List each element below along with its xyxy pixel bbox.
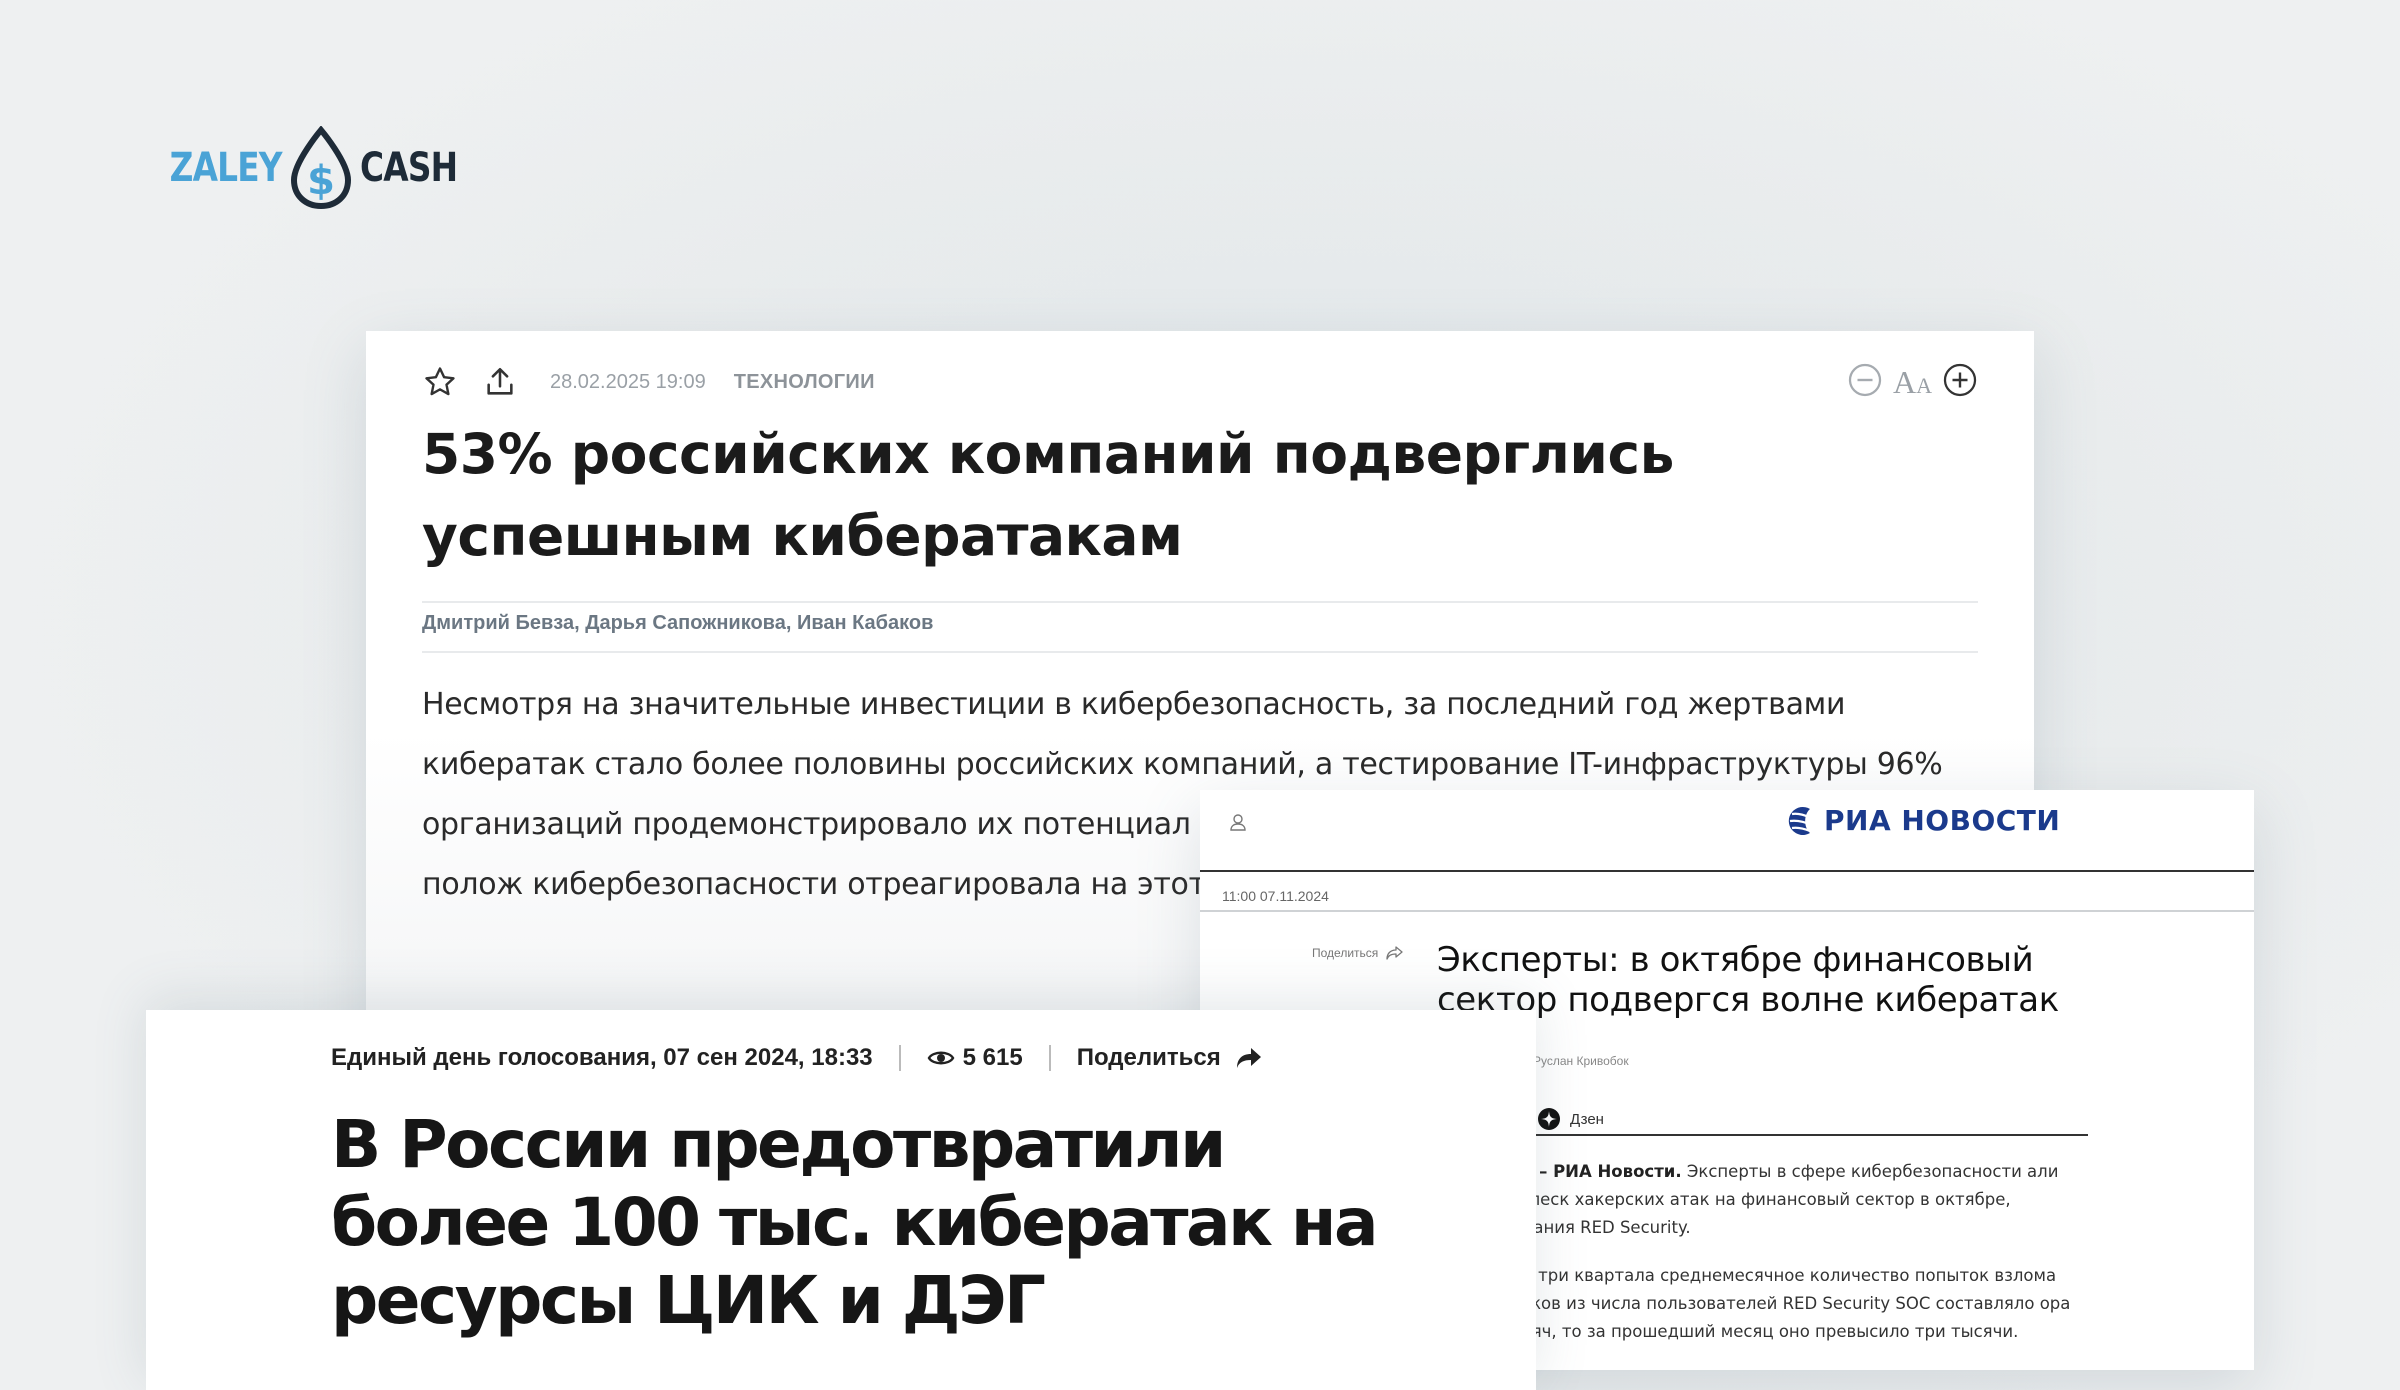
divider — [422, 601, 1978, 603]
views-count: 5 615 — [962, 1044, 1023, 1071]
logo-word-zaley: ZALEY — [169, 145, 283, 191]
ria-brand-name: РИА НОВОСТИ — [1824, 804, 2061, 837]
font-size-icon: AA — [1893, 363, 1932, 400]
share-upload-icon[interactable] — [482, 364, 518, 400]
article-category-link[interactable]: ТЕХНОЛОГИИ — [734, 371, 875, 394]
ria-logo[interactable]: РИА НОВОСТИ — [1780, 804, 2060, 837]
ria-globe-icon — [1788, 806, 1813, 835]
share-button[interactable]: Поделиться — [1077, 1044, 1263, 1072]
font-increase-icon[interactable] — [1942, 362, 1978, 403]
article-rubric-date[interactable]: Единый день голосования, 07 сен 2024, 18… — [331, 1044, 873, 1072]
article-authors[interactable]: Дмитрий Бевза, Дарья Сапожникова, Иван К… — [422, 612, 933, 635]
font-size-controls: AA — [1847, 362, 1978, 403]
share-label: Поделиться — [1076, 1044, 1221, 1071]
svg-text:$: $ — [307, 158, 335, 204]
star-icon[interactable] — [422, 364, 458, 400]
article-meta-bar: 28.02.2025 19:09 ТЕХНОЛОГИИ AA — [422, 361, 1978, 403]
ria-header: РИА НОВОСТИ — [1200, 790, 2254, 872]
font-decrease-icon[interactable] — [1847, 362, 1883, 403]
share-label: Поделиться — [1312, 946, 1379, 960]
article-paragraph: ноя – РИА Новости. Эксперты в сфере кибе… — [1500, 1158, 2080, 1242]
article-headline: В России предотвратили более 100 тыс. ки… — [331, 1106, 1379, 1339]
share-arrow-icon — [1236, 1048, 1261, 1068]
divider — [1048, 1045, 1051, 1071]
article-headline: Эксперты: в октябре финансовый сектор по… — [1437, 940, 2059, 1020]
article-headline: 53% российских компаний подверглись успе… — [422, 422, 1674, 568]
article-card-election: Единый день голосования, 07 сен 2024, 18… — [146, 1010, 1536, 1390]
subscribe-row: в Дзен — [1500, 1104, 2088, 1136]
zaleycash-logo[interactable]: ZALEY $ CASH — [145, 126, 478, 210]
dzen-link[interactable]: Дзен — [1570, 1111, 1604, 1128]
views-counter: 5 615 — [927, 1044, 1023, 1072]
share-arrow-icon — [1386, 946, 1403, 960]
eye-icon — [927, 1051, 955, 1065]
article-body: ноя – РИА Новости. Эксперты в сфере кибе… — [1500, 1158, 2080, 1366]
article-date: 28.02.2025 19:09 — [550, 370, 706, 393]
article-date: 11:00 07.11.2024 — [1222, 888, 1329, 904]
dollar-drop-icon: $ — [290, 126, 351, 210]
article-paragraph: вые три квартала среднемесячное количест… — [1500, 1266, 2071, 1341]
ria-dateline: 11:00 07.11.2024 — [1200, 870, 2254, 912]
divider — [898, 1045, 901, 1071]
user-icon[interactable] — [1228, 812, 1248, 836]
article-meta-bar: Единый день голосования, 07 сен 2024, 18… — [331, 1044, 1263, 1072]
divider — [422, 651, 1978, 653]
dzen-icon[interactable] — [1537, 1108, 1560, 1130]
logo-word-cash: CASH — [359, 145, 458, 191]
share-button[interactable]: Поделиться — [1312, 946, 1404, 960]
article-author[interactable]: Руслан Кривобок — [1533, 1054, 1629, 1068]
